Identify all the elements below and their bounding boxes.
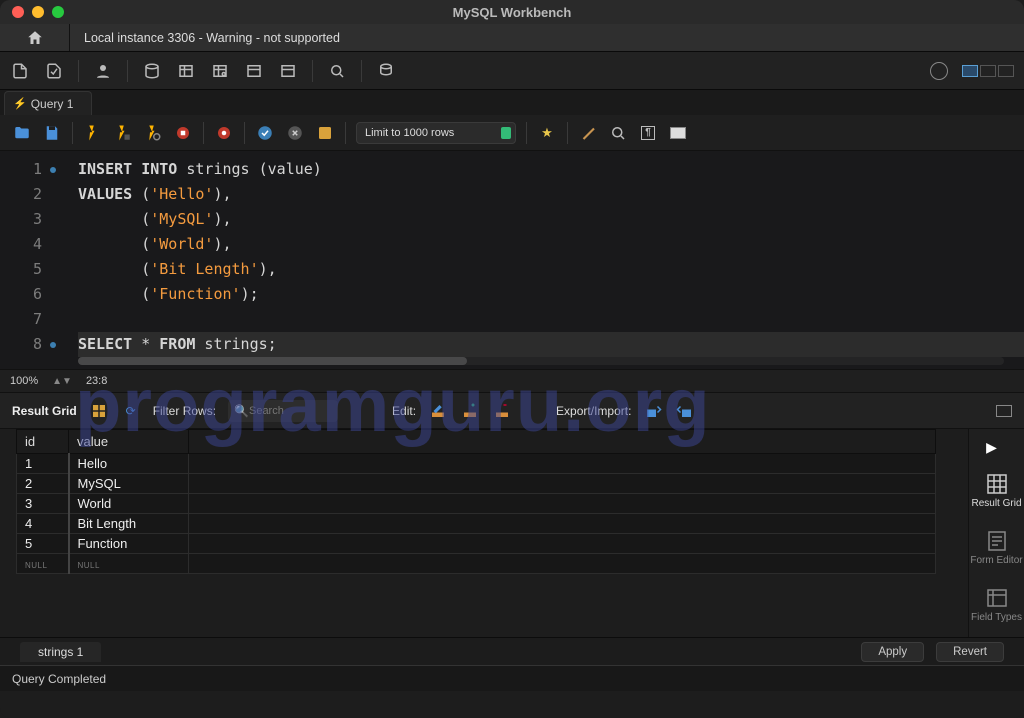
query-toolbar: Limit to 1000 rows ★ ¶ [0, 115, 1024, 151]
connection-tab[interactable]: Local instance 3306 - Warning - not supp… [70, 24, 1024, 51]
cursor-position: 23:8 [86, 375, 107, 387]
inspector-icon[interactable] [93, 61, 113, 81]
reconnect-icon[interactable] [376, 61, 396, 81]
col-id[interactable]: id [17, 430, 69, 454]
create-schema-icon[interactable] [142, 61, 162, 81]
query-tabs: ⚡ Query 1 [0, 90, 1024, 115]
search-table-icon[interactable] [327, 61, 347, 81]
commit-icon[interactable] [255, 123, 275, 143]
titlebar: MySQL Workbench [0, 0, 1024, 24]
delete-row-icon[interactable] [492, 401, 512, 421]
result-side-tabs: ▶ Result Grid Form Editor Field Types ︿﹀ [968, 429, 1024, 637]
edit-row-icon[interactable] [428, 401, 448, 421]
settings-icon[interactable] [930, 62, 948, 80]
code-area[interactable]: INSERT INTO strings (value) VALUES ('Hel… [64, 151, 1024, 369]
open-file-icon[interactable] [12, 123, 32, 143]
side-tab-form-editor[interactable]: Form Editor [969, 525, 1024, 570]
connection-tab-label: Local instance 3306 - Warning - not supp… [84, 31, 340, 45]
invisible-icon[interactable]: ¶ [638, 123, 658, 143]
export-label: Export/Import: [556, 404, 631, 418]
edit-label: Edit: [392, 404, 416, 418]
stop-icon[interactable] [173, 123, 193, 143]
create-view-icon[interactable] [210, 61, 230, 81]
create-function-icon[interactable] [278, 61, 298, 81]
wrap-cell-icon[interactable] [996, 405, 1012, 417]
window-maximize-button[interactable] [52, 6, 64, 18]
explain-icon[interactable] [143, 123, 163, 143]
create-table-icon[interactable] [176, 61, 196, 81]
window-minimize-button[interactable] [32, 6, 44, 18]
create-procedure-icon[interactable] [244, 61, 264, 81]
zoom-stepper-icon[interactable]: ▲▼ [52, 376, 72, 387]
col-value[interactable]: value [69, 430, 189, 454]
result-grid-title: Result Grid [12, 404, 77, 418]
bolt-icon: ⚡ [13, 97, 27, 110]
star-icon[interactable]: ★ [537, 123, 557, 143]
save-file-icon[interactable] [42, 123, 62, 143]
revert-button[interactable]: Revert [936, 642, 1004, 662]
side-arrow-icon[interactable]: ▶ [986, 439, 997, 456]
side-tab-result-grid[interactable]: Result Grid [969, 468, 1024, 513]
status-bar: Query Completed [0, 665, 1024, 691]
add-row-icon[interactable] [460, 401, 480, 421]
panel-toggle[interactable] [962, 65, 1014, 77]
autocommit-icon[interactable] [315, 123, 335, 143]
filter-search[interactable]: 🔍 [228, 400, 338, 422]
execute-icon[interactable] [83, 123, 103, 143]
editor-hscrollbar[interactable] [78, 357, 1004, 365]
toggle-icon-1[interactable] [214, 123, 234, 143]
open-sql-icon[interactable] [44, 61, 64, 81]
filter-label: Filter Rows: [153, 404, 216, 418]
beautify-icon[interactable] [578, 123, 598, 143]
main-toolbar [0, 52, 1024, 90]
table-row[interactable]: 3World [17, 494, 936, 514]
col-empty [189, 430, 936, 454]
editor-statusline: 100% ▲▼ 23:8 [0, 369, 1024, 393]
window-close-button[interactable] [12, 6, 24, 18]
table-row-null[interactable]: NULLNULL [17, 554, 936, 574]
execute-current-icon[interactable] [113, 123, 133, 143]
result-tab[interactable]: strings 1 [20, 642, 101, 662]
result-tab-footer: strings 1 Apply Revert [0, 637, 1024, 665]
grid-view-icon[interactable] [89, 401, 109, 421]
table-header-row: id value [17, 430, 936, 454]
table-row[interactable]: 5Function [17, 534, 936, 554]
status-text: Query Completed [12, 672, 106, 686]
rollback-icon[interactable] [285, 123, 305, 143]
export-icon[interactable] [643, 401, 663, 421]
query-tab-label: Query 1 [31, 97, 74, 111]
refresh-icon[interactable]: ⟳ [121, 401, 141, 421]
limit-dropdown-label: Limit to 1000 rows [365, 127, 454, 139]
side-tab-field-types[interactable]: Field Types [969, 582, 1024, 627]
filter-input[interactable] [249, 405, 319, 417]
result-toolbar: Result Grid ⟳ Filter Rows: 🔍 Edit: Expor… [0, 393, 1024, 429]
import-icon[interactable] [675, 401, 695, 421]
apply-button[interactable]: Apply [861, 642, 924, 662]
query-tab[interactable]: ⚡ Query 1 [4, 91, 92, 115]
table-row[interactable]: 1Hello [17, 454, 936, 474]
zoom-level[interactable]: 100% [10, 375, 38, 387]
line-gutter: 1 2 3 4 5 6 7 8 [0, 151, 64, 369]
wrap-icon[interactable] [668, 123, 688, 143]
table-row[interactable]: 2MySQL [17, 474, 936, 494]
home-tab[interactable] [0, 24, 70, 51]
new-sql-tab-icon[interactable] [10, 61, 30, 81]
result-grid[interactable]: id value 1Hello 2MySQL 3World 4Bit Lengt… [0, 429, 968, 637]
connection-bar: Local instance 3306 - Warning - not supp… [0, 24, 1024, 52]
limit-dropdown[interactable]: Limit to 1000 rows [356, 122, 516, 144]
sql-editor[interactable]: 1 2 3 4 5 6 7 8 INSERT INTO strings (val… [0, 151, 1024, 369]
search-icon: 🔍 [234, 404, 249, 418]
window-title: MySQL Workbench [0, 5, 1024, 20]
find-icon[interactable] [608, 123, 628, 143]
table-row[interactable]: 4Bit Length [17, 514, 936, 534]
home-icon [25, 28, 45, 48]
